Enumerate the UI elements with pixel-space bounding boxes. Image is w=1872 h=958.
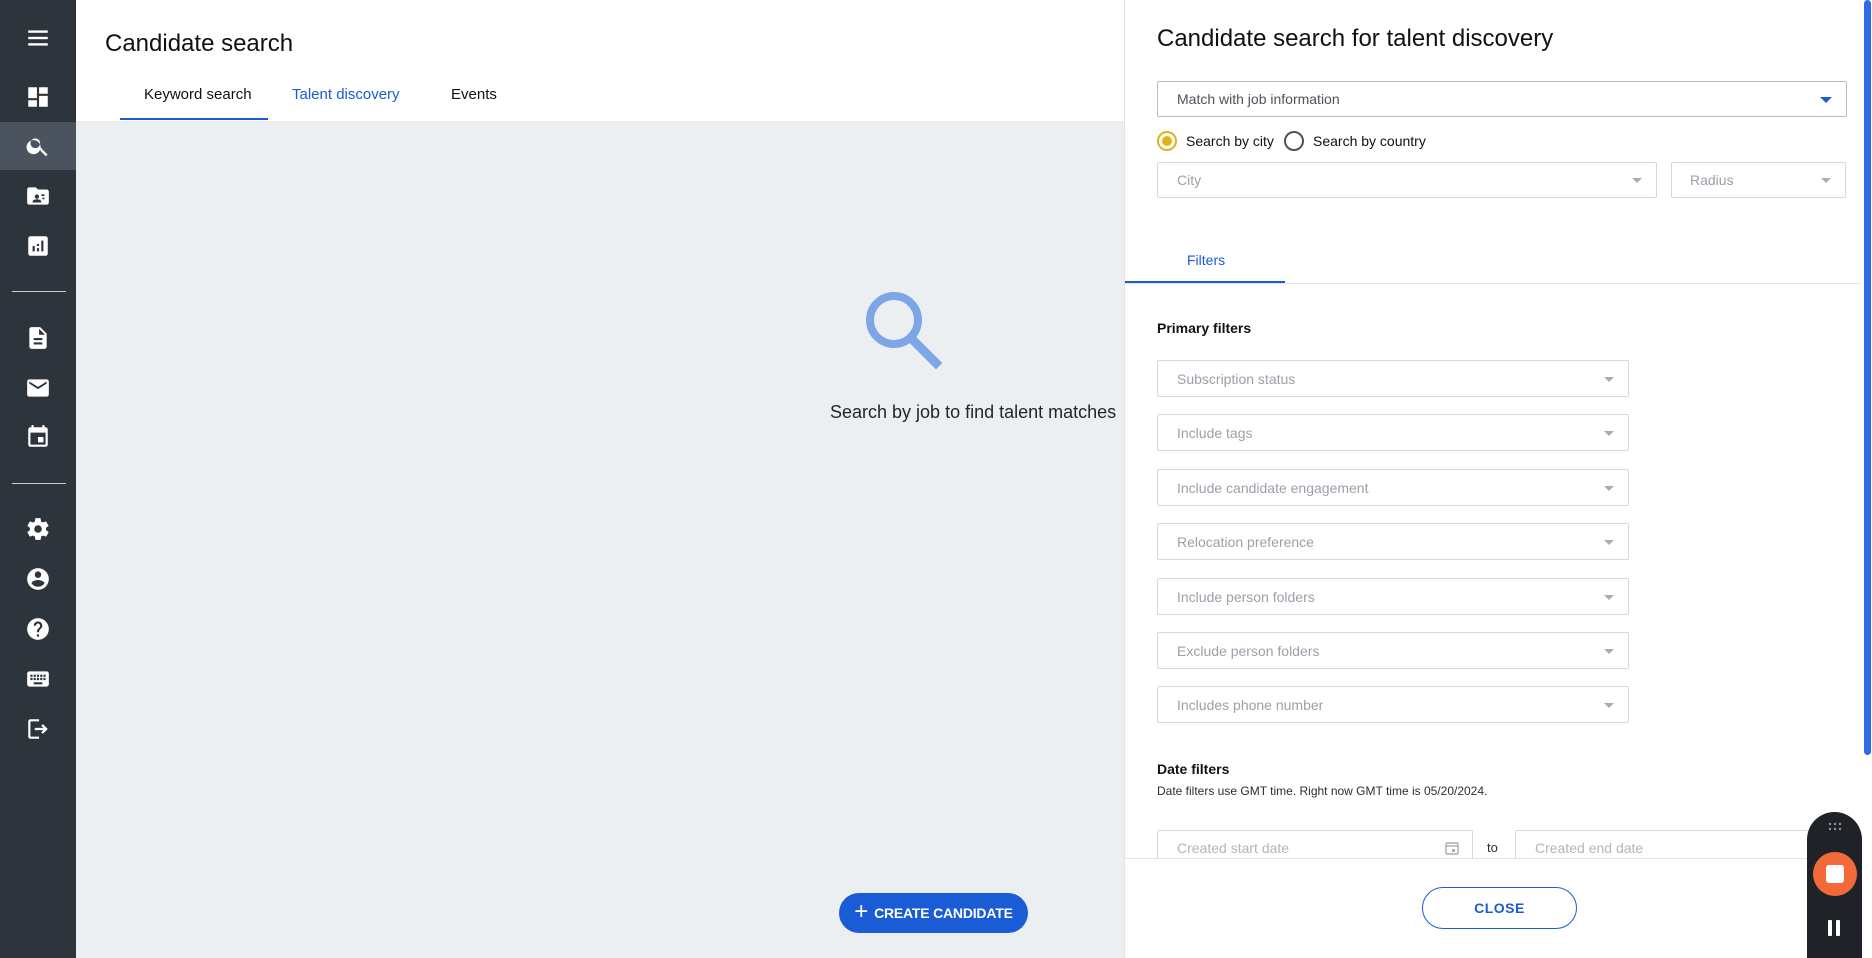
empty-state-text: Search by job to find talent matches — [830, 402, 1117, 422]
create-candidate-label: CREATE CANDIDATE — [874, 905, 1013, 921]
panel-title: Candidate search for talent discovery — [1157, 25, 1554, 52]
radius-select[interactable]: Radius — [1671, 162, 1846, 198]
create-candidate-button[interactable]: + CREATE CANDIDATE — [839, 893, 1028, 933]
scrollbar-thumb[interactable] — [1864, 0, 1871, 755]
radio-search-by-city[interactable]: Search by city — [1157, 131, 1274, 151]
main-content — [76, 121, 1124, 958]
pause-icon[interactable] — [1828, 920, 1842, 936]
tabs-divider — [1125, 283, 1862, 284]
select-placeholder: Exclude person folders — [1177, 642, 1320, 659]
page-title: Candidate search — [105, 30, 294, 57]
menu-icon[interactable] — [0, 14, 76, 62]
job-match-value: Match with job information — [1177, 91, 1340, 107]
radio-button-checked[interactable] — [1157, 131, 1177, 151]
radius-placeholder: Radius — [1690, 172, 1734, 188]
contacts-folder-icon[interactable] — [0, 172, 76, 220]
settings-icon[interactable] — [0, 505, 76, 553]
chevron-down-icon — [1820, 97, 1832, 103]
subscription-status-select[interactable]: Subscription status — [1157, 360, 1629, 397]
document-icon[interactable] — [0, 314, 76, 362]
select-placeholder: Include tags — [1177, 424, 1253, 441]
stop-icon — [1826, 865, 1844, 883]
sidebar-divider — [12, 483, 66, 484]
search-icon — [866, 292, 943, 370]
radio-label: Search by country — [1313, 133, 1426, 149]
mail-icon[interactable] — [0, 364, 76, 412]
select-placeholder: Include candidate engagement — [1177, 479, 1369, 496]
tab-talent-discovery[interactable]: Talent discovery — [292, 86, 400, 103]
calendar-icon[interactable] — [1444, 840, 1460, 856]
date-placeholder: Created start date — [1177, 840, 1290, 856]
select-placeholder: Relocation preference — [1177, 533, 1314, 550]
date-filters-title: Date filters — [1157, 761, 1230, 777]
job-match-select[interactable]: Match with job information — [1157, 81, 1847, 117]
radio-label: Search by city — [1186, 133, 1274, 149]
include-person-folders-select[interactable]: Include person folders — [1157, 578, 1629, 615]
account-icon[interactable] — [0, 555, 76, 603]
analytics-icon[interactable] — [0, 222, 76, 270]
sidebar-divider — [12, 291, 66, 292]
logout-icon[interactable] — [0, 705, 76, 753]
select-placeholder: Includes phone number — [1177, 696, 1324, 713]
radio-button[interactable] — [1284, 131, 1304, 151]
city-placeholder: City — [1177, 172, 1202, 188]
chevron-down-icon — [1604, 430, 1614, 436]
to-label: to — [1487, 840, 1498, 855]
candidate-engagement-select[interactable]: Include candidate engagement — [1157, 469, 1629, 506]
page-header: Candidate search Keyword search Talent d… — [76, 0, 1124, 121]
select-placeholder: Include person folders — [1177, 588, 1315, 605]
relocation-preference-select[interactable]: Relocation preference — [1157, 523, 1629, 560]
panel-scrollbar[interactable] — [1861, 0, 1872, 958]
search-icon[interactable] — [0, 122, 76, 170]
plus-icon: + — [854, 898, 869, 925]
radio-search-by-country[interactable]: Search by country — [1284, 131, 1426, 151]
recording-widget — [1807, 812, 1862, 958]
keyboard-icon[interactable] — [0, 655, 76, 703]
chevron-down-icon — [1604, 376, 1614, 382]
chevron-down-icon — [1604, 539, 1614, 545]
tab-events[interactable]: Events — [451, 86, 497, 103]
stop-recording-button[interactable] — [1813, 852, 1857, 896]
talent-discovery-panel: Candidate search for talent discovery Ma… — [1124, 0, 1862, 958]
sidebar — [0, 0, 76, 958]
date-filters-note: Date filters use GMT time. Right now GMT… — [1157, 784, 1488, 798]
primary-filters-title: Primary filters — [1157, 320, 1252, 336]
panel-footer: CLOSE — [1125, 858, 1862, 958]
date-placeholder: Created end date — [1535, 840, 1644, 856]
exclude-person-folders-select[interactable]: Exclude person folders — [1157, 632, 1629, 669]
select-placeholder: Subscription status — [1177, 370, 1296, 387]
dashboard-icon[interactable] — [0, 73, 76, 121]
chevron-down-icon — [1821, 178, 1831, 183]
chevron-down-icon — [1604, 648, 1614, 654]
include-tags-select[interactable]: Include tags — [1157, 414, 1629, 451]
help-icon[interactable] — [0, 605, 76, 653]
chevron-down-icon — [1604, 485, 1614, 491]
chevron-down-icon — [1604, 702, 1614, 708]
includes-phone-number-select[interactable]: Includes phone number — [1157, 686, 1629, 723]
drag-handle-icon[interactable] — [1828, 822, 1842, 832]
calendar-icon[interactable] — [0, 413, 76, 461]
tab-keyword-search[interactable]: Keyword search — [144, 86, 252, 103]
close-button[interactable]: CLOSE — [1422, 887, 1577, 929]
chevron-down-icon — [1604, 594, 1614, 600]
tab-filters[interactable]: Filters — [1187, 252, 1225, 268]
city-select[interactable]: City — [1157, 162, 1657, 198]
chevron-down-icon — [1632, 178, 1642, 183]
tab-active-indicator — [120, 118, 268, 120]
